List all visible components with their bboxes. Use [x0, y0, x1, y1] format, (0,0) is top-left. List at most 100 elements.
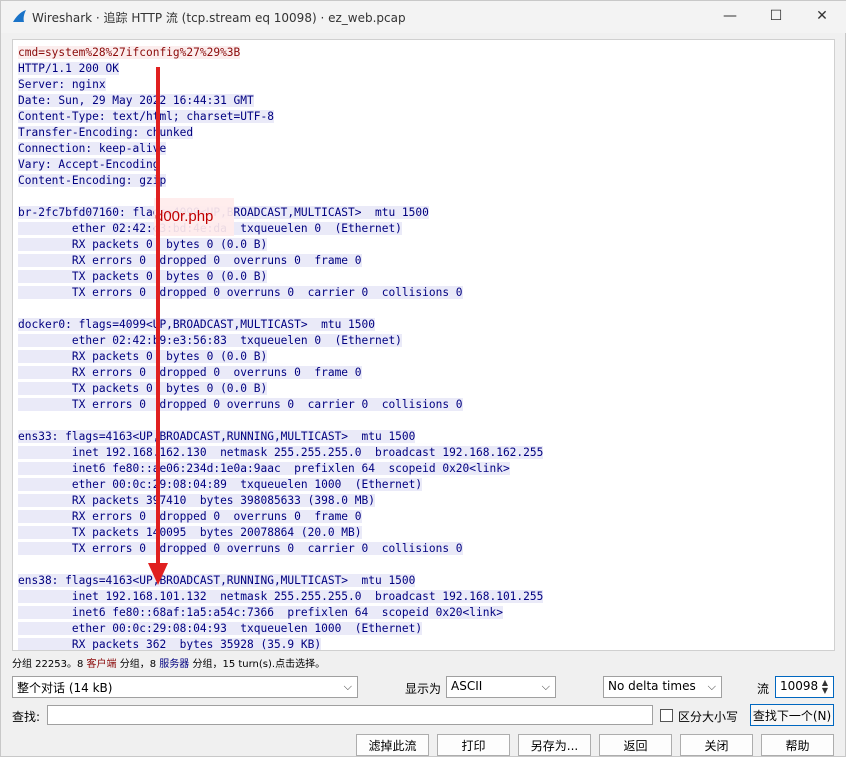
chevron-down-icon: ⌵ [541, 680, 550, 693]
stream-line: TX packets 140095 bytes 20078864 (20.0 M… [18, 525, 818, 541]
server-text: ether 02:42:b9:e3:56:83 txqueuelen 0 (Et… [18, 334, 402, 347]
stream-content-pane[interactable]: cmd=system%28%27ifconfig%27%29%3B HTTP/1.… [12, 39, 835, 651]
button-row: 滤掉此流 打印 另存为... 返回 关闭 帮助 [1, 734, 846, 756]
close-window-button[interactable]: ✕ [799, 1, 845, 31]
window-title: Wireshark · 追踪 HTTP 流 (tcp.stream eq 100… [32, 11, 406, 25]
stream-line: inet 192.168.101.132 netmask 255.255.255… [18, 589, 818, 605]
stream-line: RX packets 0 bytes 0 (0.0 B) [18, 237, 818, 253]
server-text: RX errors 0 dropped 0 overruns 0 frame 0 [18, 254, 362, 267]
wireshark-fin-icon [13, 10, 26, 22]
stream-line [18, 413, 818, 429]
server-text: TX errors 0 dropped 0 overruns 0 carrier… [18, 398, 463, 411]
case-sensitive-checkbox[interactable] [660, 709, 673, 722]
back-button[interactable]: 返回 [599, 734, 672, 756]
server-text: ens33: flags=4163<UP,BROADCAST,RUNNING,M… [18, 430, 416, 443]
stream-line: Server: nginx [18, 77, 818, 93]
stream-line: ether 02:42:c3:bd:4e:da txqueuelen 0 (Et… [18, 221, 818, 237]
server-text: HTTP/1.1 200 OK [18, 62, 120, 75]
server-text: TX errors 0 dropped 0 overruns 0 carrier… [18, 286, 463, 299]
find-row: 查找: 区分大小写 查找下一个(N) [1, 704, 846, 728]
delta-times-select-value: No delta times [608, 679, 696, 693]
stream-line: RX errors 0 dropped 0 overruns 0 frame 0 [18, 253, 818, 269]
summary-client-label: 客户端 [86, 659, 117, 670]
conversation-select-value: 整个对话 (14 kB) [17, 681, 113, 695]
server-text: ether 00:0c:29:08:04:89 txqueuelen 1000 … [18, 478, 423, 491]
server-text: TX packets 0 bytes 0 (0.0 B) [18, 270, 268, 283]
stream-line: Content-Type: text/html; charset=UTF-8 [18, 109, 818, 125]
server-text: Server: nginx [18, 78, 106, 91]
stream-number-value: 10098 [780, 679, 819, 693]
options-row: 整个对话 (14 kB) ⌵ 显示为 ASCII ⌵ No delta time… [1, 674, 846, 700]
stream-line: Connection: keep-alive [18, 141, 818, 157]
server-text: ether 00:0c:29:08:04:93 txqueuelen 1000 … [18, 622, 423, 635]
summary-prefix: 分组 22253。 [12, 659, 77, 670]
server-text: RX packets 0 bytes 0 (0.0 B) [18, 238, 268, 251]
filter-out-button[interactable]: 滤掉此流 [356, 734, 429, 756]
server-text: inet 192.168.101.132 netmask 255.255.255… [18, 590, 544, 603]
server-text: TX packets 0 bytes 0 (0.0 B) [18, 382, 268, 395]
client-text: cmd=system%28%27ifconfig%27%29%3B [18, 46, 241, 59]
summary-server-label: 服务器 [159, 659, 190, 670]
server-text: TX errors 0 dropped 0 overruns 0 carrier… [18, 542, 463, 555]
server-text: inet 192.168.162.130 netmask 255.255.255… [18, 446, 544, 459]
server-text: docker0: flags=4099<UP,BROADCAST,MULTICA… [18, 318, 375, 331]
stream-line: cmd=system%28%27ifconfig%27%29%3B [18, 45, 818, 61]
show-as-select[interactable]: ASCII ⌵ [446, 676, 556, 698]
server-text: Connection: keep-alive [18, 142, 167, 155]
server-text: inet6 fe80::68af:1a5:a54c:7366 prefixlen… [18, 606, 503, 619]
stream-line: Vary: Accept-Encoding [18, 157, 818, 173]
summary-suffix: 分组，15 turn(s).点击选择。 [189, 659, 326, 670]
stream-line: TX errors 0 dropped 0 overruns 0 carrier… [18, 397, 818, 413]
server-text: inet6 fe80::ae06:234d:1e0a:9aac prefixle… [18, 462, 510, 475]
find-input[interactable] [47, 705, 653, 725]
stream-line: ether 00:0c:29:08:04:93 txqueuelen 1000 … [18, 621, 818, 637]
help-button[interactable]: 帮助 [761, 734, 834, 756]
stream-line: Transfer-Encoding: chunked [18, 125, 818, 141]
stream-line: inet6 fe80::68af:1a5:a54c:7366 prefixlen… [18, 605, 818, 621]
spin-arrows-icon[interactable]: ▲ ▼ [822, 679, 828, 695]
server-text: ens38: flags=4163<UP,BROADCAST,RUNNING,M… [18, 574, 416, 587]
find-label: 查找: [12, 710, 41, 724]
stream-text[interactable]: cmd=system%28%27ifconfig%27%29%3B HTTP/1.… [18, 45, 818, 651]
stream-line: RX packets 397410 bytes 398085633 (398.0… [18, 493, 818, 509]
stream-line: TX errors 0 dropped 0 overruns 0 carrier… [18, 285, 818, 301]
print-button[interactable]: 打印 [437, 734, 510, 756]
stream-line: RX packets 0 bytes 0 (0.0 B) [18, 349, 818, 365]
chevron-down-icon: ⌵ [343, 680, 352, 693]
stream-line: TX packets 0 bytes 0 (0.0 B) [18, 269, 818, 285]
stream-line: TX packets 0 bytes 0 (0.0 B) [18, 381, 818, 397]
stream-line: inet6 fe80::ae06:234d:1e0a:9aac prefixle… [18, 461, 818, 477]
chevron-down-icon: ⌵ [707, 680, 716, 693]
server-text: TX packets 140095 bytes 20078864 (20.0 M… [18, 526, 362, 539]
summary-server-count: 8 [149, 659, 160, 670]
stream-line: br-2fc7bfd07160: flags=4099<UP,BROADCAST… [18, 205, 818, 221]
show-as-select-value: ASCII [451, 679, 483, 693]
save-as-button[interactable]: 另存为... [518, 734, 591, 756]
server-text: Content-Type: text/html; charset=UTF-8 [18, 110, 274, 123]
stream-line: RX errors 0 dropped 0 overruns 0 frame 0 [18, 509, 818, 525]
stream-label: 流 [757, 682, 770, 696]
close-button[interactable]: 关闭 [680, 734, 753, 756]
summary-client-count: 8 [77, 659, 87, 670]
stream-line: docker0: flags=4099<UP,BROADCAST,MULTICA… [18, 317, 818, 333]
minimize-button[interactable]: — [707, 1, 753, 31]
stream-line: ether 02:42:b9:e3:56:83 txqueuelen 0 (Et… [18, 333, 818, 349]
delta-times-select[interactable]: No delta times ⌵ [603, 676, 722, 698]
stream-number-spinbox[interactable]: 10098 ▲ ▼ [775, 676, 834, 698]
title-bar[interactable]: Wireshark · 追踪 HTTP 流 (tcp.stream eq 100… [1, 1, 846, 33]
follow-stream-window: Wireshark · 追踪 HTTP 流 (tcp.stream eq 100… [0, 0, 846, 757]
summary-mid: 分组， [116, 659, 150, 670]
server-text: Vary: Accept-Encoding [18, 158, 160, 171]
stream-line: Date: Sun, 29 May 2022 16:44:31 GMT [18, 93, 818, 109]
find-next-button[interactable]: 查找下一个(N) [750, 704, 834, 726]
maximize-button[interactable]: ☐ [753, 1, 799, 31]
stream-line [18, 189, 818, 205]
stream-line [18, 557, 818, 573]
server-text: RX errors 0 dropped 0 overruns 0 frame 0 [18, 510, 362, 523]
server-text: RX errors 0 dropped 0 overruns 0 frame 0 [18, 366, 362, 379]
server-text: RX packets 362 bytes 35928 (35.9 KB) [18, 638, 322, 651]
conversation-select[interactable]: 整个对话 (14 kB) ⌵ [12, 676, 358, 698]
annotation-arrow-icon [148, 67, 168, 585]
server-text: Date: Sun, 29 May 2022 16:44:31 GMT [18, 94, 254, 107]
stream-line: ens33: flags=4163<UP,BROADCAST,RUNNING,M… [18, 429, 818, 445]
